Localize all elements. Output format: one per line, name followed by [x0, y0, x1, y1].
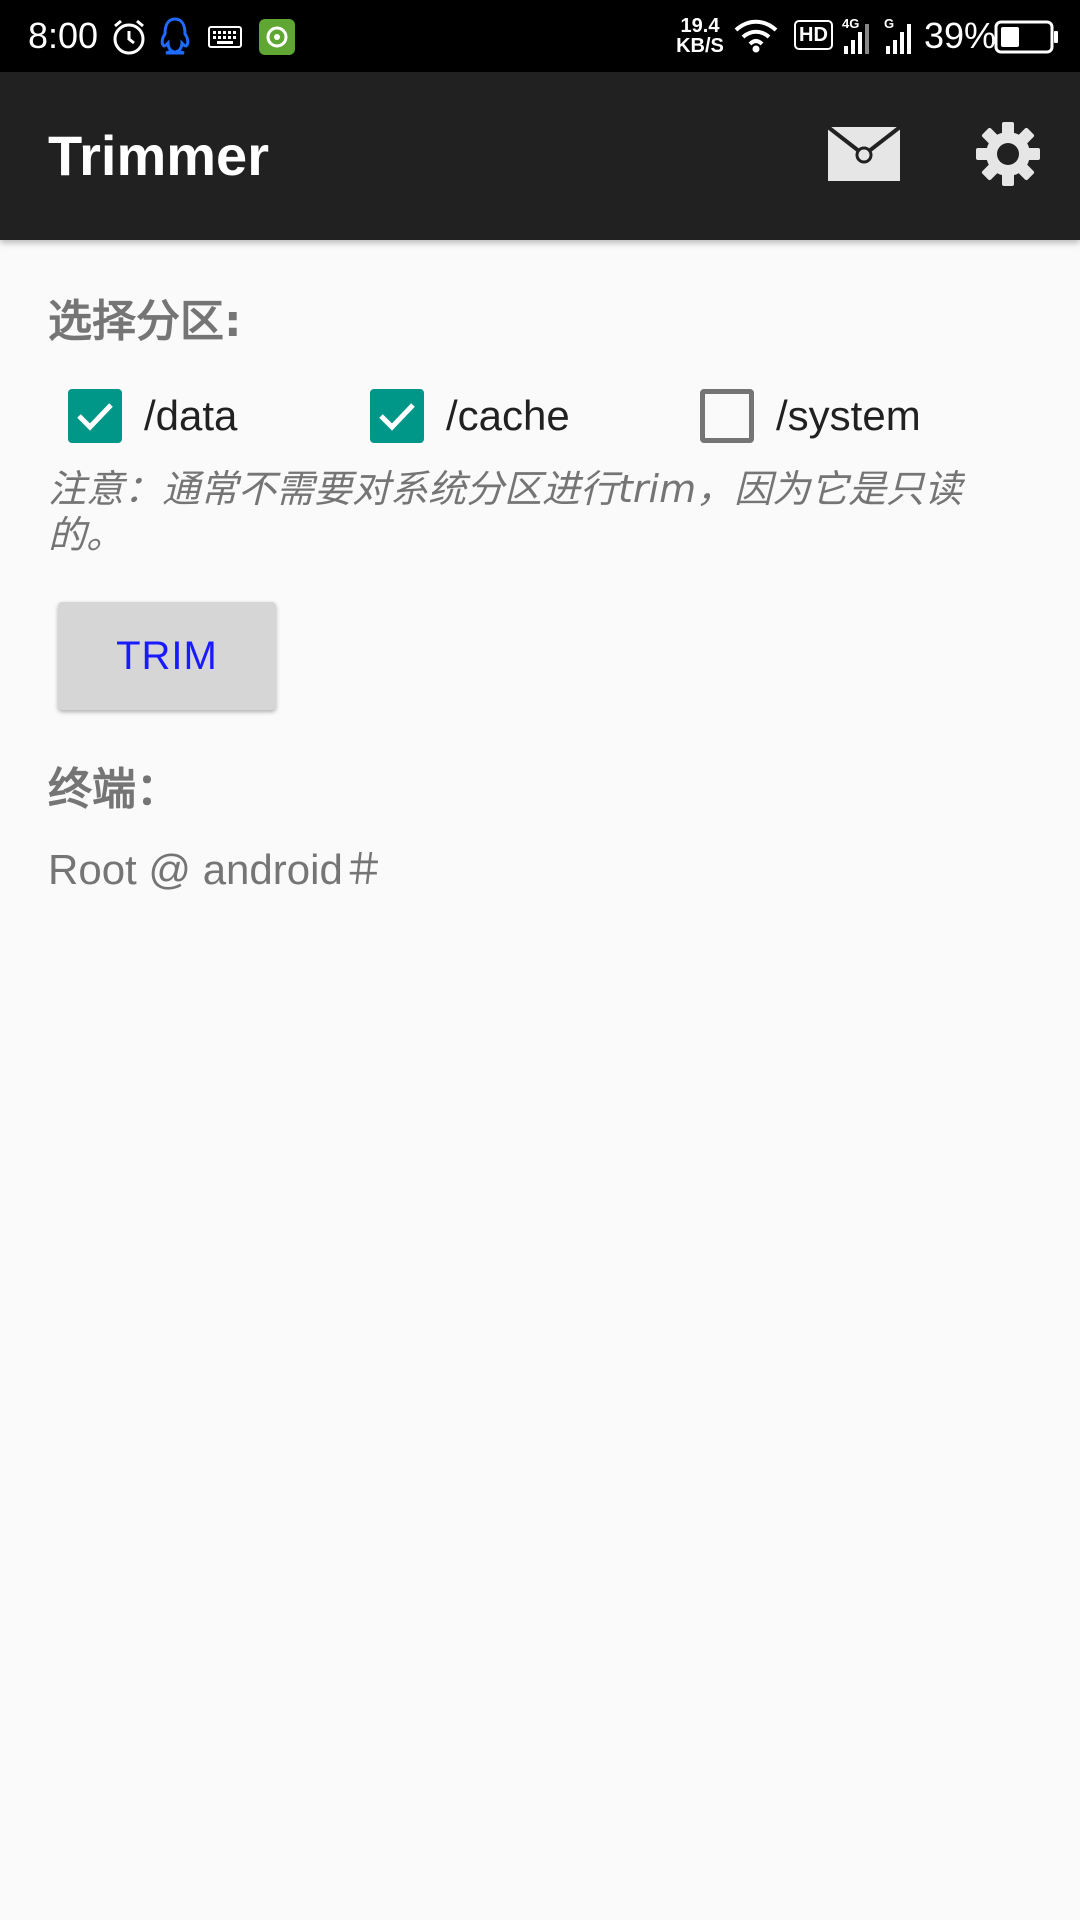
checkbox-data-box[interactable]: [68, 389, 122, 443]
signal-icon: 4G G: [840, 14, 930, 62]
app-title: Trimmer: [48, 124, 269, 187]
net-type-2: G: [884, 16, 894, 31]
qq-icon: [158, 16, 192, 60]
settings-button[interactable]: [960, 112, 1056, 200]
app-settings-icon: [258, 18, 296, 60]
settings-gear-icon: [975, 121, 1041, 191]
status-bar: 8:00 19.4 KB/S HD 4G G 39%: [0, 0, 1080, 72]
check-icon: [77, 403, 113, 431]
trim-button[interactable]: TRIM: [58, 602, 276, 710]
checkbox-cache-box[interactable]: [370, 389, 424, 443]
alarm-icon: [110, 18, 148, 60]
checkbox-system-label: /system: [776, 392, 921, 439]
app-bar: Trimmer: [0, 72, 1080, 240]
partition-note: 注意：通常不需要对系统分区进行trim，因为它是只读的。: [48, 467, 963, 557]
status-time: 8:00: [28, 15, 99, 56]
checkbox-data[interactable]: /data: [68, 384, 237, 448]
checkbox-system[interactable]: /system: [700, 384, 921, 448]
keyboard-icon: [208, 26, 242, 52]
mail-button[interactable]: [816, 112, 912, 200]
check-icon: [379, 403, 415, 431]
net-speed: 19.4 KB/S: [674, 16, 726, 56]
terminal-heading: 终端：: [48, 764, 180, 815]
mail-icon: [826, 125, 902, 187]
net-speed-unit: KB/S: [676, 35, 724, 57]
wifi-icon: [734, 18, 778, 58]
net-speed-value: 19.4: [680, 15, 720, 37]
checkbox-data-label: /data: [144, 392, 238, 439]
terminal-output: Root @ android＃: [48, 846, 385, 893]
net-type-1: 4G: [842, 16, 859, 31]
hd-badge: HD: [794, 20, 833, 50]
battery-percent: 39%: [924, 15, 997, 56]
checkbox-cache-label: /cache: [446, 392, 570, 439]
checkbox-system-box[interactable]: [700, 389, 754, 443]
checkbox-cache[interactable]: /cache: [370, 384, 570, 448]
battery-icon: [994, 20, 1060, 58]
partition-heading: 选择分区:: [48, 296, 242, 347]
